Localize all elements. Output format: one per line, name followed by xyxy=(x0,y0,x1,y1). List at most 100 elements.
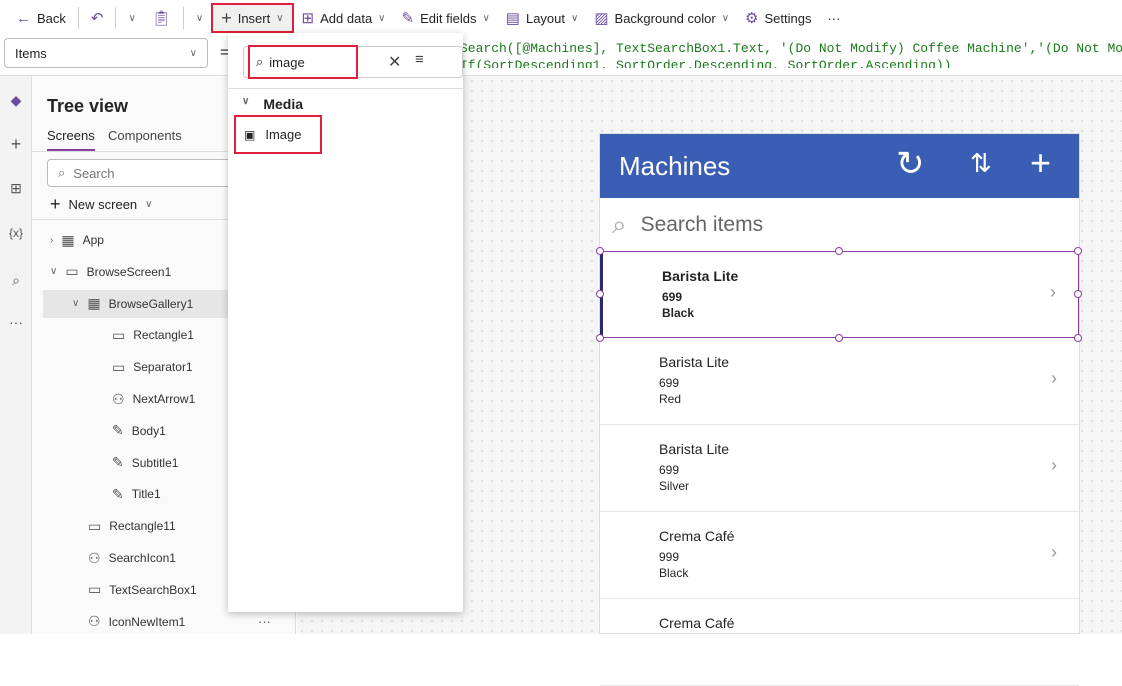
control-icon: ⚇ xyxy=(88,549,101,566)
row-color: Silver xyxy=(659,479,690,493)
insert-search-input[interactable]: ⌕ image xyxy=(248,45,358,79)
resize-handle[interactable] xyxy=(596,290,604,298)
chevron-icon[interactable]: › xyxy=(50,235,53,246)
left-rail: ◆ + ⊞ {x} ⌕ ··· xyxy=(0,76,32,634)
formula-input[interactable]: Search([@Machines], TextSearchBox1.Text,… xyxy=(460,40,1122,68)
app-title: Machines xyxy=(619,150,731,181)
paste-menu-button[interactable]: ∨ xyxy=(188,3,211,33)
layout-button[interactable]: ▤ Layout ∨ xyxy=(498,3,587,33)
background-color-button[interactable]: ▨ Background color ∨ xyxy=(586,3,737,33)
gallery-row[interactable]: Barista Lite 699 Black › xyxy=(600,251,1079,338)
tree-node[interactable]: ✎ Title1 xyxy=(112,480,161,508)
chevron-down-icon: ∨ xyxy=(189,47,197,59)
tree-node[interactable]: ▭ Rectangle1 xyxy=(112,321,194,349)
chevron-right-icon[interactable]: › xyxy=(1051,542,1057,563)
tree-node[interactable]: ∨ ▦ BrowseGallery1 xyxy=(72,290,193,318)
refresh-icon[interactable]: ↻ xyxy=(896,144,925,184)
add-data-button[interactable]: ⊞ Add data ∨ xyxy=(294,3,394,33)
chevron-down-icon: ∨ xyxy=(378,12,386,24)
resize-handle[interactable] xyxy=(1074,334,1082,342)
resize-handle[interactable] xyxy=(596,334,604,342)
gallery-row[interactable]: Barista Lite 699 Silver › xyxy=(600,425,1079,512)
chevron-right-icon[interactable]: › xyxy=(1051,368,1057,389)
data-icon[interactable]: ⊞ xyxy=(0,180,32,197)
tree-search-input[interactable]: ⌕ Search xyxy=(47,159,247,187)
layout-icon: ▤ xyxy=(505,10,520,27)
chevron-down-icon: ∨ xyxy=(721,12,730,24)
resize-handle[interactable] xyxy=(596,247,604,255)
tab-components[interactable]: Components xyxy=(108,128,182,143)
tab-screens[interactable]: Screens xyxy=(47,128,95,152)
insert-image-item[interactable]: ▣ Image xyxy=(234,115,322,154)
divider xyxy=(77,7,79,29)
row-price: 699 xyxy=(659,376,680,390)
row-title: Barista Lite xyxy=(662,268,739,284)
paint-icon: ▨ xyxy=(594,10,609,27)
back-button[interactable]: ← Back xyxy=(8,3,74,33)
row-price: 699 xyxy=(659,463,680,477)
table-add-icon: ⊞ xyxy=(301,10,315,27)
app-search-input[interactable]: ⌕ Search items xyxy=(600,198,1079,251)
search-icon[interactable]: ⌕ xyxy=(0,272,32,289)
add-icon[interactable]: + xyxy=(1030,142,1051,184)
row-color: Red xyxy=(659,392,682,406)
new-screen-button[interactable]: + New screen ∨ xyxy=(50,194,152,215)
sort-icon[interactable]: ⇅ xyxy=(970,148,992,179)
plus-icon[interactable]: + xyxy=(0,134,32,155)
gallery-row[interactable]: Crema Café xyxy=(600,599,1079,686)
tree-node[interactable]: › ▦ App xyxy=(50,226,104,254)
undo-button[interactable]: ↶ xyxy=(83,3,112,33)
row-title: Crema Café xyxy=(659,615,735,631)
tree-node[interactable]: ⚇ NextArrow1 xyxy=(112,385,195,413)
gallery-row[interactable]: Crema Café 999 Black › xyxy=(600,512,1079,599)
chevron-icon[interactable]: ∨ xyxy=(72,298,79,309)
chevron-icon[interactable]: ∨ xyxy=(50,266,57,277)
tree-node[interactable]: ⚇ SearchIcon1 xyxy=(88,544,176,572)
filter-icon[interactable]: ≡ xyxy=(415,51,424,68)
resize-handle[interactable] xyxy=(1074,247,1082,255)
tree-node[interactable]: ▭ TextSearchBox1 xyxy=(88,576,197,604)
clear-icon[interactable]: ✕ xyxy=(388,52,401,72)
clipboard-icon: 📋︎ xyxy=(151,10,171,27)
control-icon: ✎ xyxy=(112,454,124,471)
app-preview: Machines ↻ ⇅ + ⌕ Search items Barista Lit… xyxy=(596,133,1082,686)
divider xyxy=(228,88,463,89)
chevron-down-icon: ∨ xyxy=(571,12,579,24)
search-icon: ⌕ xyxy=(256,54,264,69)
tree-node[interactable]: ▭ Separator1 xyxy=(112,353,193,381)
undo-menu-button[interactable]: ∨ xyxy=(120,3,143,33)
layers-icon[interactable]: ◆ xyxy=(0,92,32,109)
divider xyxy=(115,7,117,29)
control-icon: ▭ xyxy=(65,263,79,280)
control-icon: ▭ xyxy=(88,517,102,534)
more-icon[interactable]: ··· xyxy=(0,314,32,330)
chevron-down-icon: ∨ xyxy=(482,12,490,24)
gallery-row[interactable]: Barista Lite 699 Red › xyxy=(600,338,1079,425)
more-button[interactable]: ··· xyxy=(819,3,848,33)
resize-handle[interactable] xyxy=(1074,290,1082,298)
row-title: Barista Lite xyxy=(659,354,730,370)
tree-node[interactable]: ✎ Body1 xyxy=(112,417,166,445)
property-dropdown[interactable]: Items ∨ xyxy=(4,38,208,68)
tree-node[interactable]: ⚇ IconNewItem1 xyxy=(88,608,185,636)
plus-icon: + xyxy=(50,194,61,214)
search-icon: ⌕ xyxy=(58,165,66,180)
search-icon: ⌕ xyxy=(612,208,627,239)
insert-button[interactable]: + Insert ∨ xyxy=(211,3,294,33)
media-section-header[interactable]: ∨ Media xyxy=(242,96,303,112)
tree-node[interactable]: ✎ Subtitle1 xyxy=(112,449,178,477)
resize-handle[interactable] xyxy=(835,334,843,342)
more-options-icon[interactable]: ··· xyxy=(258,614,271,629)
variables-icon[interactable]: {x} xyxy=(0,226,32,240)
tree-node[interactable]: ∨ ▭ BrowseScreen1 xyxy=(50,258,171,286)
resize-handle[interactable] xyxy=(835,247,843,255)
edit-fields-button[interactable]: ✎ Edit fields ∨ xyxy=(394,3,498,33)
paste-button[interactable]: 📋︎ xyxy=(144,3,179,33)
chevron-right-icon[interactable]: › xyxy=(1050,282,1056,303)
control-icon: ▭ xyxy=(112,358,126,375)
tree-node[interactable]: ▭ Rectangle11 xyxy=(88,512,176,540)
chevron-right-icon[interactable]: › xyxy=(1051,455,1057,476)
settings-button[interactable]: ⚙ Settings xyxy=(737,3,819,33)
tree-title: Tree view xyxy=(47,96,129,116)
row-price: 999 xyxy=(659,550,680,564)
